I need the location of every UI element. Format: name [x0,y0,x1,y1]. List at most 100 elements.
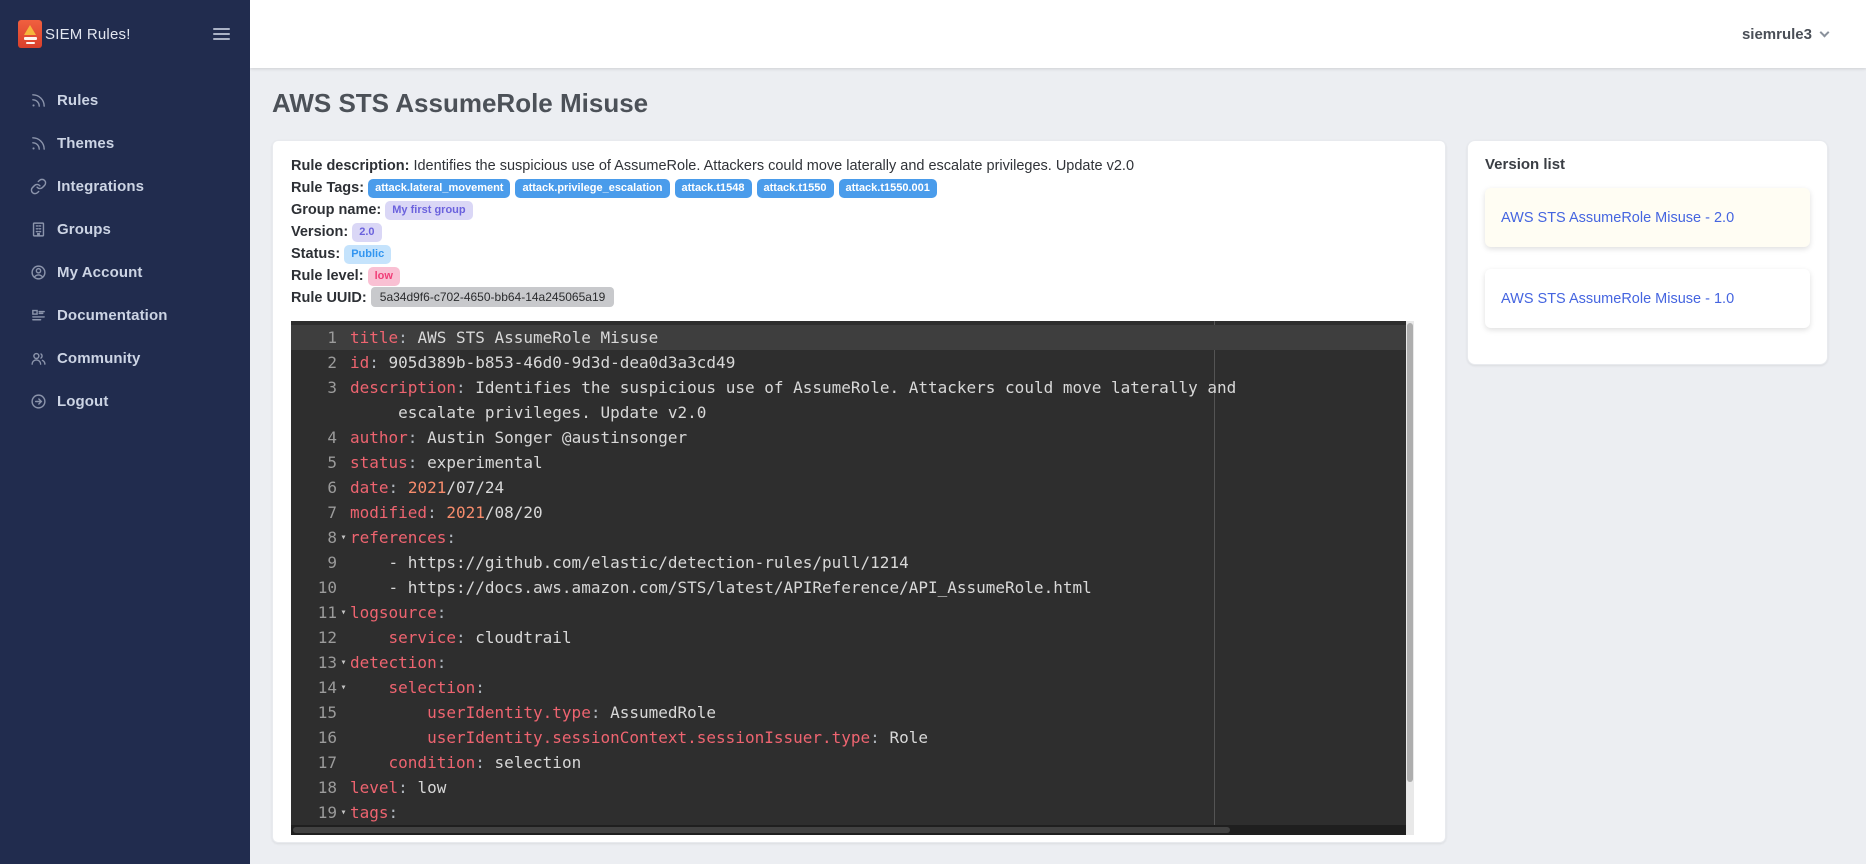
rule-uuid-label: Rule UUID: [291,290,367,306]
version-link[interactable]: AWS STS AssumeRole Misuse - 1.0 [1501,291,1734,307]
rule-tags-container: attack.lateral_movement attack.privilege_… [368,180,937,196]
fold-arrow-icon[interactable]: ▾ [337,525,350,550]
line-number: 16 [291,725,337,750]
code-line-18: 18 level: low [291,775,1406,800]
line-number: 18 [291,775,337,800]
line-number: 12 [291,625,337,650]
code-line-5: 5status: experimental [291,450,1406,475]
fold-gutter-spacer [337,450,350,475]
rule-tag-badge: attack.t1550.001 [839,179,937,198]
group-name-badge: My first group [385,201,472,220]
code-text: title: AWS STS AssumeRole Misuse [350,325,658,350]
code-text: status: experimental [350,450,543,475]
top-header: siemrule3 [250,0,1866,68]
sidebar-item-themes[interactable]: Themes [0,122,250,165]
user-menu[interactable]: siemrule3 [1742,26,1828,43]
code-text: service: cloudtrail [350,625,572,650]
line-number: 19 [291,800,337,825]
fold-arrow-icon[interactable]: ▾ [337,675,350,700]
version-list-items: AWS STS AssumeRole Misuse - 2.0 AWS STS A… [1485,188,1810,328]
user-circle-icon [30,264,47,281]
sidebar-item-documentation[interactable]: Documentation [0,294,250,337]
line-number: 6 [291,475,337,500]
version-list-item[interactable]: AWS STS AssumeRole Misuse - 1.0 [1485,269,1810,328]
editor-vertical-scrollbar[interactable] [1406,321,1414,825]
fold-gutter-spacer [337,700,350,725]
version-list-panel: Version list AWS STS AssumeRole Misuse -… [1467,140,1828,365]
warning-triangle-icon [24,25,36,35]
sidebar-header: SIEM Rules! [0,0,250,68]
people-icon [30,350,47,367]
code-text: level: low [350,775,446,800]
group-name-label: Group name: [291,202,381,218]
fold-gutter-spacer [337,575,350,600]
code-line-8: 8▾references: [291,525,1406,550]
code-line-6: 6date: 2021/07/24 [291,475,1406,500]
fold-gutter-spacer [337,350,350,375]
code-text: condition: selection [350,750,581,775]
sidebar-item-integrations[interactable]: Integrations [0,165,250,208]
editor-code-area: 1title: AWS STS AssumeRole Misuse2id: 90… [291,325,1406,825]
code-text: id: 905d389b-b853-46d0-9d3d-dea0d3a3cd49 [350,350,735,375]
editor-horizontal-scrollbar[interactable] [291,825,1406,835]
sidebar-item-label: Integrations [57,178,144,195]
fold-arrow-icon[interactable]: ▾ [337,650,350,675]
sidebar-item-my-account[interactable]: My Account [0,251,250,294]
code-line-4: 4 author: Austin Songer @austinsonger [291,425,1406,450]
rule-tags-label: Rule Tags: [291,180,364,196]
code-text: author: Austin Songer @austinsonger [350,425,687,450]
line-number: 4 [291,425,337,450]
fold-gutter-spacer [337,750,350,775]
sidebar-item-groups[interactable]: Groups [0,208,250,251]
fold-gutter-spacer [337,425,350,450]
code-text: - https://github.com/elastic/detection-r… [350,550,909,575]
fold-arrow-icon[interactable]: ▾ [337,600,350,625]
line-number: 15 [291,700,337,725]
page-title: AWS STS AssumeRole Misuse [272,88,648,119]
rule-code-editor[interactable]: 1title: AWS STS AssumeRole Misuse2id: 90… [291,321,1414,835]
line-number: 13 [291,650,337,675]
sidebar-item-label: Themes [57,135,114,152]
rule-detail-card: Rule description: Identifies the suspici… [272,140,1446,843]
code-line-13: 13▾detection: [291,650,1406,675]
line-number: 9 [291,550,337,575]
rule-tag-badge: attack.privilege_escalation [515,179,669,198]
code-text: selection: [350,675,485,700]
sidebar-item-label: Community [57,350,140,367]
code-line-19: 19▾tags: [291,800,1406,825]
rss-icon [30,135,47,152]
fold-gutter-spacer [337,725,350,750]
line-number: 14 [291,675,337,700]
logo-line [26,42,35,44]
code-text: userIdentity.type: AssumedRole [350,700,716,725]
fold-gutter-spacer [337,625,350,650]
sidebar-item-label: Documentation [57,307,167,324]
rule-level-label: Rule level: [291,268,364,284]
fold-arrow-icon[interactable]: ▾ [337,800,350,825]
link-icon [30,178,47,195]
rule-level-row: Rule level: low [291,265,1427,287]
rule-description-value: Identifies the suspicious use of AssumeR… [413,158,1134,174]
version-list-title: Version list [1485,156,1810,173]
building-icon [30,221,47,238]
code-text: modified: 2021/08/20 [350,500,543,525]
code-text: references: [350,525,456,550]
rule-uuid-row: Rule UUID: 5a34d9f6-c702-4650-bb64-14a24… [291,287,1427,309]
code-line-7: 7modified: 2021/08/20 [291,500,1406,525]
app-brand[interactable]: SIEM Rules! [18,20,131,48]
sidebar-item-label: My Account [57,264,142,281]
status-badge: Public [344,245,391,264]
group-name-row: Group name: My first group [291,199,1427,221]
version-list-item[interactable]: AWS STS AssumeRole Misuse - 2.0 [1485,188,1810,247]
sidebar-toggle-icon[interactable] [213,28,230,40]
rule-tag-badge: attack.lateral_movement [368,179,510,198]
sidebar-item-community[interactable]: Community [0,337,250,380]
line-number: 8 [291,525,337,550]
status-label: Status: [291,246,340,262]
version-link[interactable]: AWS STS AssumeRole Misuse - 2.0 [1501,210,1734,226]
sidebar-item-rules[interactable]: Rules [0,79,250,122]
fold-gutter-spacer [337,475,350,500]
sidebar-nav: Rules Themes Integrations Groups My Account D… [0,68,250,423]
sidebar-item-logout[interactable]: Logout [0,380,250,423]
line-number: 2 [291,350,337,375]
